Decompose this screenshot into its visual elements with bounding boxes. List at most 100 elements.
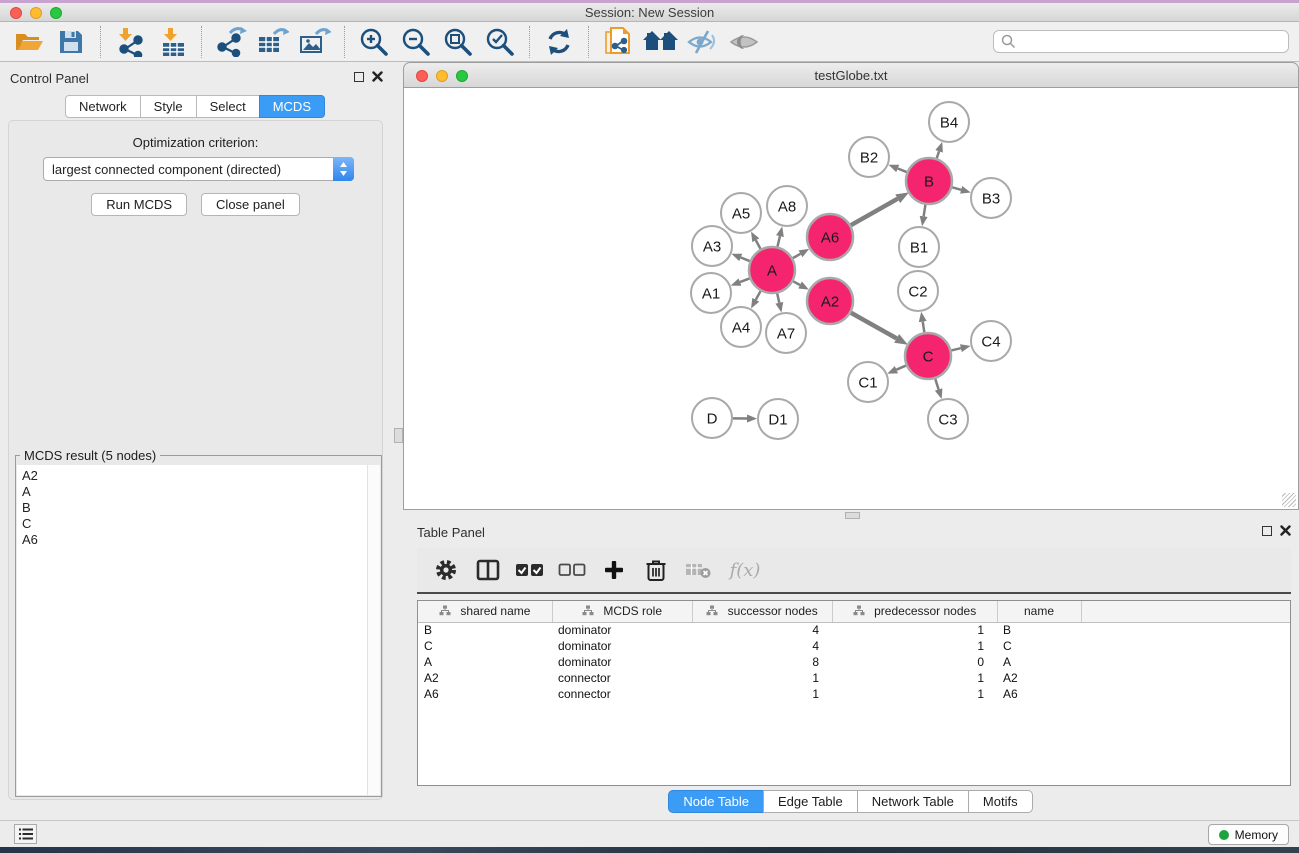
export-image-icon[interactable] [294, 25, 336, 59]
import-network-icon[interactable] [109, 25, 151, 59]
edge-A-A3[interactable] [741, 258, 750, 262]
network-window-titlebar[interactable]: testGlobe.txt [403, 62, 1299, 88]
column-header-successor-nodes[interactable]: successor nodes [692, 601, 832, 622]
edge-A-A6[interactable] [793, 254, 801, 258]
tab-select[interactable]: Select [196, 95, 260, 118]
new-network-file-icon[interactable] [597, 25, 639, 59]
export-network-icon[interactable] [210, 25, 252, 59]
edge-A-A5[interactable] [756, 240, 761, 249]
graph-node-B4[interactable]: B4 [929, 102, 969, 142]
table-mode-gear-icon[interactable] [427, 552, 465, 588]
graph-node-A4[interactable]: A4 [721, 307, 761, 347]
refresh-layout-icon[interactable] [538, 25, 580, 59]
tab-mcds[interactable]: MCDS [259, 95, 325, 118]
edge-A-A1[interactable] [740, 278, 750, 282]
import-table-icon[interactable] [151, 25, 193, 59]
edge-C-C3[interactable] [935, 379, 938, 390]
select-all-columns-icon[interactable] [511, 552, 549, 588]
graph-node-D1[interactable]: D1 [758, 399, 798, 439]
resize-grip-icon[interactable] [1282, 493, 1296, 507]
create-column-plus-icon[interactable] [595, 552, 633, 588]
column-header-MCDS-role[interactable]: MCDS role [552, 601, 692, 622]
graph-node-C2[interactable]: C2 [898, 271, 938, 311]
node-table[interactable]: shared name MCDS role successor nodes pr… [417, 600, 1291, 786]
tab-node-table[interactable]: Node Table [668, 790, 764, 813]
hide-panels-eye-slash-icon[interactable] [681, 25, 723, 59]
graph-node-A7[interactable]: A7 [766, 313, 806, 353]
graph-node-B[interactable]: B [906, 158, 952, 204]
graph-node-C3[interactable]: C3 [928, 399, 968, 439]
zoom-selected-icon[interactable] [479, 25, 521, 59]
close-panel-icon[interactable] [372, 71, 383, 82]
table-row[interactable]: Bdominator41B [418, 622, 1290, 638]
table-row[interactable]: A6connector11A6 [418, 686, 1290, 702]
float-panel-icon[interactable] [354, 72, 364, 82]
column-header-predecessor-nodes[interactable]: predecessor nodes [832, 601, 997, 622]
show-panels-eye-icon[interactable] [723, 25, 765, 59]
close-table-panel-icon[interactable] [1280, 525, 1291, 536]
show-columns-icon[interactable] [469, 552, 507, 588]
graph-node-A3[interactable]: A3 [692, 226, 732, 266]
edge-A-A4[interactable] [756, 291, 761, 300]
home-icon[interactable] [639, 25, 681, 59]
session-titlebar[interactable]: Session: New Session [0, 3, 1299, 22]
tab-motifs[interactable]: Motifs [968, 790, 1033, 813]
graph-node-B1[interactable]: B1 [899, 227, 939, 267]
graph-node-B2[interactable]: B2 [849, 137, 889, 177]
graph-node-A6[interactable]: A6 [807, 214, 853, 260]
scrollbar-track[interactable] [367, 465, 380, 795]
task-history-button[interactable] [14, 824, 37, 844]
criterion-dropdown[interactable]: largest connected component (directed) [43, 157, 354, 181]
mcds-result-item[interactable]: A [17, 484, 380, 500]
export-table-icon[interactable] [252, 25, 294, 59]
table-row[interactable]: Adominator80A [418, 654, 1290, 670]
mcds-result-item[interactable]: C [17, 516, 380, 532]
tab-edge-table[interactable]: Edge Table [763, 790, 858, 813]
graph-node-C[interactable]: C [905, 333, 951, 379]
zoom-in-icon[interactable] [353, 25, 395, 59]
edge-A-A8[interactable] [777, 236, 779, 246]
mcds-result-item[interactable]: A2 [17, 468, 380, 484]
graph-node-A5[interactable]: A5 [721, 193, 761, 233]
edge-B-B3[interactable] [952, 187, 961, 189]
graph-node-A1[interactable]: A1 [691, 273, 731, 313]
vertical-split-handle[interactable] [394, 428, 403, 443]
graph-node-A2[interactable]: A2 [807, 278, 853, 324]
graph-node-A8[interactable]: A8 [767, 186, 807, 226]
graph-node-C1[interactable]: C1 [848, 362, 888, 402]
table-row[interactable]: A2connector11A2 [418, 670, 1290, 686]
mcds-result-item[interactable]: A6 [17, 532, 380, 548]
save-session-icon[interactable] [50, 25, 92, 59]
edge-B-B2[interactable] [898, 169, 907, 173]
edge-C-C1[interactable] [896, 366, 906, 370]
graph-node-C4[interactable]: C4 [971, 321, 1011, 361]
graph-node-D[interactable]: D [692, 398, 732, 438]
open-file-icon[interactable] [8, 25, 50, 59]
mcds-result-list[interactable]: A2ABCA6 [17, 465, 380, 795]
edge-B-B1[interactable] [924, 205, 926, 217]
network-canvas[interactable]: A A1 A2 A3 A4 A5 A6 A7 A8 B B1 B2 B3B4 C C1 C2 C3C4 D D1 [403, 88, 1299, 510]
column-header-name[interactable]: name [997, 601, 1081, 622]
search-field[interactable] [993, 30, 1289, 53]
table-row[interactable]: Cdominator41C [418, 638, 1290, 654]
close-panel-button[interactable]: Close panel [201, 193, 300, 216]
graph-node-A[interactable]: A [749, 247, 795, 293]
graph-node-B3[interactable]: B3 [971, 178, 1011, 218]
edge-C-C4[interactable] [951, 348, 960, 350]
zoom-out-icon[interactable] [395, 25, 437, 59]
zoom-fit-icon[interactable] [437, 25, 479, 59]
tab-network-table[interactable]: Network Table [857, 790, 969, 813]
edge-A2-C[interactable] [851, 313, 897, 339]
mcds-result-item[interactable]: B [17, 500, 380, 516]
tab-style[interactable]: Style [140, 95, 197, 118]
run-mcds-button[interactable]: Run MCDS [91, 193, 187, 216]
edge-C-C2[interactable] [923, 322, 925, 333]
edge-A6-B[interactable] [851, 199, 898, 225]
delete-column-trash-icon[interactable] [637, 552, 675, 588]
deselect-all-columns-icon[interactable] [553, 552, 591, 588]
network-graph[interactable]: A A1 A2 A3 A4 A5 A6 A7 A8 B B1 B2 B3B4 C C1 C2 C3C4 D D1 [404, 88, 1298, 509]
edge-A-A2[interactable] [793, 281, 800, 285]
edge-A-A7[interactable] [777, 293, 779, 302]
search-input[interactable] [1016, 35, 1281, 49]
float-table-panel-icon[interactable] [1262, 526, 1272, 536]
